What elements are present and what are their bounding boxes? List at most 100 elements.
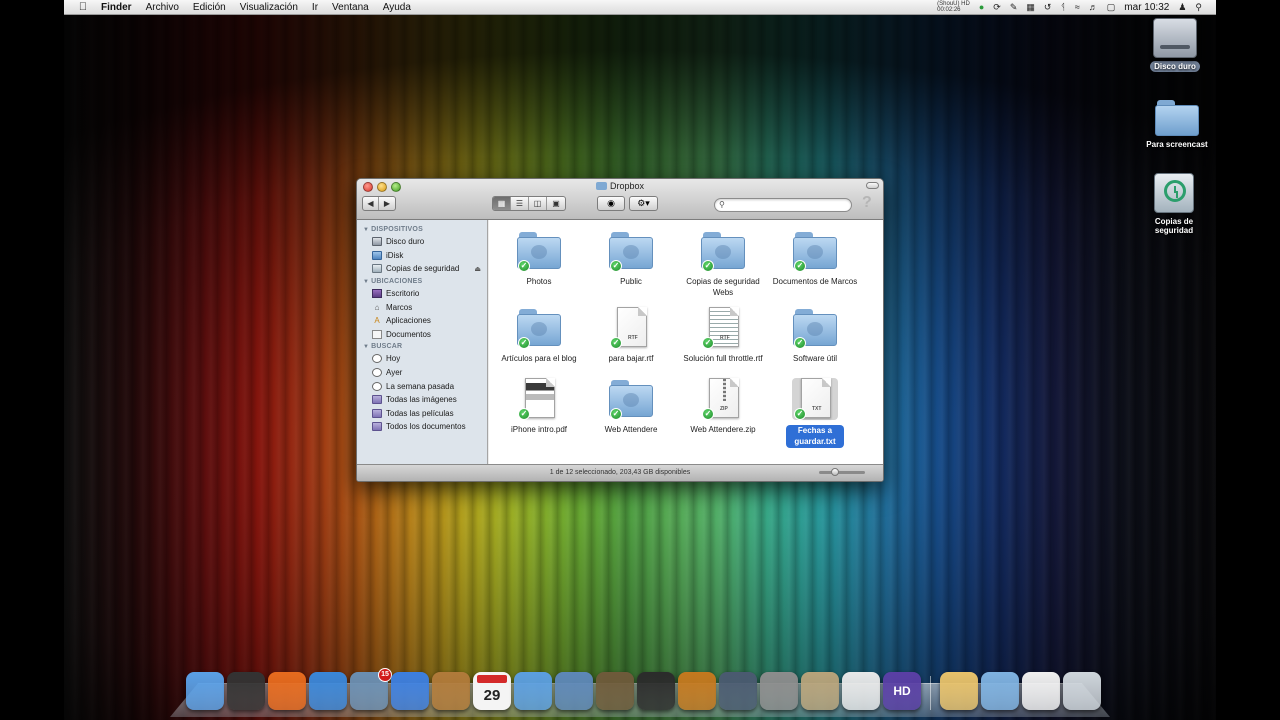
apple-menu-icon[interactable]:  (72, 1, 94, 13)
script-icon[interactable]: ✎ (1010, 2, 1018, 13)
sidebar-item-ayer[interactable]: Ayer (357, 366, 487, 380)
dock-item-imovie[interactable] (637, 672, 675, 710)
folder-item[interactable]: ✓ Public (585, 230, 677, 288)
folder-icon (595, 182, 607, 190)
file-item[interactable]: ZIP ✓ Web Attendere.zip (677, 378, 769, 436)
spotlight-search-icon[interactable]: ⚲ (1195, 2, 1202, 13)
disclosure-triangle-icon[interactable]: ▼ (363, 227, 369, 233)
wifi-icon[interactable]: ≈ (1075, 2, 1080, 12)
quick-look-button[interactable]: ◉ (597, 196, 625, 211)
slider-knob[interactable] (831, 468, 840, 476)
volume-icon[interactable]: ♬ (1089, 2, 1098, 12)
desktop-icon-disco-duro[interactable]: Disco duro (1135, 18, 1215, 72)
dock-item-documents-stack[interactable] (940, 672, 978, 710)
bluetooth-icon[interactable]: ᛩ (1060, 2, 1065, 12)
menu-ir[interactable]: Ir (305, 0, 325, 15)
icon-view-icon[interactable]: ▦ (493, 197, 511, 210)
list-view-icon[interactable]: ☰ (511, 197, 529, 210)
sidebar-item-todas-las-pel-culas[interactable]: Todas las películas (357, 407, 487, 421)
dock-item-textedit[interactable] (842, 672, 880, 710)
menu-clock[interactable]: mar 10:32 (1124, 2, 1169, 13)
file-item[interactable]: RTF ✓ Solución full throttle.rtf (677, 307, 769, 365)
dock-item-itunes[interactable] (514, 672, 552, 710)
back-arrow-icon[interactable]: ◀ (363, 197, 379, 210)
dock-item-mail[interactable]: 15 (350, 668, 392, 710)
recorder-timer: 00:02:26 (937, 7, 961, 13)
time-machine-menu-icon[interactable]: ↺ (1044, 2, 1052, 13)
desktop-icon-label: Para screencast (1146, 140, 1208, 149)
dock-item-hd-app[interactable]: HD (883, 672, 921, 710)
sidebar-item-disco-duro[interactable]: Disco duro (357, 235, 487, 249)
spaces-menu-icon[interactable]: ▦ (1026, 2, 1035, 13)
dock-item-finder[interactable] (186, 672, 224, 710)
desktop-icon-copias-de-seguridad[interactable]: Copias de seguridad (1134, 173, 1214, 236)
file-icon-view: ✓ Photos ✓ Public ✓ Copias de seguridad Webs ✓… (489, 220, 883, 466)
sidebar-item-label: Disco duro (386, 237, 425, 247)
menu-ventana[interactable]: Ventana (325, 0, 376, 15)
dock-item-iphoto[interactable] (555, 672, 593, 710)
folder-item[interactable]: ✓ Web Attendere (585, 378, 677, 436)
help-icon[interactable]: ? (862, 194, 872, 212)
menu-archivo[interactable]: Archivo (139, 0, 186, 15)
desktop-icon-para-screencast[interactable]: Para screencast (1137, 100, 1217, 150)
column-view-icon[interactable]: ◫ (529, 197, 547, 210)
display-mirroring-icon[interactable]: ▢ (1107, 2, 1116, 13)
sidebar-item-documentos[interactable]: Documentos (357, 328, 487, 342)
sidebar-section-header[interactable]: ▼ UBICACIONES (357, 276, 487, 287)
dock-item-trash[interactable] (1063, 672, 1101, 710)
icon-size-slider[interactable] (819, 468, 865, 476)
toolbar-toggle-button[interactable] (866, 182, 879, 189)
folder-item[interactable]: ✓ Copias de seguridad Webs (677, 230, 769, 298)
disclosure-triangle-icon[interactable]: ▼ (363, 279, 369, 285)
menu-edicion[interactable]: Edición (186, 0, 233, 15)
window-titlebar[interactable]: Dropbox ◀ ▶ ▦ ☰ ◫ ▣ ◉ ⚙▾ ⚲ ? (357, 179, 883, 220)
dock-item-safari[interactable] (309, 672, 347, 710)
sidebar-item-la-semana-pasada[interactable]: La semana pasada (357, 379, 487, 393)
sidebar-item-todos-los-documentos[interactable]: Todos los documentos (357, 420, 487, 434)
sidebar-item-todas-las-im-genes[interactable]: Todas las imágenes (357, 393, 487, 407)
user-icon[interactable]: ♟ (1178, 2, 1186, 13)
dock-item-spaces[interactable] (719, 672, 757, 710)
forward-arrow-icon[interactable]: ▶ (379, 197, 395, 210)
folder-item[interactable]: ✓ Artículos para el blog (493, 307, 585, 365)
menu-visualizacion[interactable]: Visualización (233, 0, 305, 15)
dock-item-image-capture[interactable] (596, 672, 634, 710)
record-icon[interactable]: ● (979, 2, 984, 12)
dock-item-ical[interactable]: 29 (473, 672, 511, 710)
sync-check-icon: ✓ (518, 337, 530, 349)
sidebar-item-escritorio[interactable]: Escritorio (357, 287, 487, 301)
dock-item-preview[interactable] (801, 672, 839, 710)
dock-item-garageband[interactable] (678, 672, 716, 710)
menu-ayuda[interactable]: Ayuda (376, 0, 418, 15)
search-field[interactable]: ⚲ (714, 198, 852, 212)
menu-app-name[interactable]: Finder (94, 0, 139, 15)
dock-item-applications-stack[interactable] (981, 672, 1019, 710)
file-extension-label: RTF (720, 335, 730, 341)
dock-item-home-stack[interactable] (1022, 672, 1060, 710)
coverflow-view-icon[interactable]: ▣ (547, 197, 565, 210)
action-menu-button[interactable]: ⚙▾ (629, 196, 658, 211)
folder-item[interactable]: ✓ Documentos de Marcos (769, 230, 861, 288)
back-forward-buttons: ◀ ▶ (362, 196, 396, 211)
sidebar-item-aplicaciones[interactable]: A Aplicaciones (357, 314, 487, 328)
dock-item-ichat[interactable] (391, 672, 429, 710)
folder-item[interactable]: ✓ Software útil (769, 307, 861, 365)
sidebar-item-copias-de-seguridad[interactable]: Copias de seguridad ⏏ (357, 262, 487, 276)
sidebar-section-header[interactable]: ▼ DISPOSITIVOS (357, 224, 487, 235)
eject-icon[interactable]: ⏏ (474, 265, 481, 273)
sidebar-item-hoy[interactable]: Hoy (357, 352, 487, 366)
file-item[interactable]: RTF ✓ para bajar.rtf (585, 307, 677, 365)
sidebar-item-marcos[interactable]: ⌂ Marcos (357, 300, 487, 314)
screen-recorder-status[interactable]: (ShouU) HD 00:02:26 (937, 1, 970, 13)
folder-item[interactable]: ✓ Photos (493, 230, 585, 288)
dock-item-system-preferences[interactable] (760, 672, 798, 710)
sidebar-section-header[interactable]: ▼ BUSCAR (357, 341, 487, 352)
sidebar-item-idisk[interactable]: iDisk (357, 249, 487, 263)
dock-item-dashboard[interactable] (227, 672, 265, 710)
dock-item-firefox[interactable] (268, 672, 306, 710)
file-item[interactable]: TXT ✓ Fechas a guardar.txt (769, 378, 861, 448)
disclosure-triangle-icon[interactable]: ▼ (363, 344, 369, 350)
file-item[interactable]: ✓ iPhone intro.pdf (493, 378, 585, 436)
dock-item-address-book[interactable] (432, 672, 470, 710)
dropbox-sync-icon[interactable]: ⟳ (993, 2, 1001, 13)
